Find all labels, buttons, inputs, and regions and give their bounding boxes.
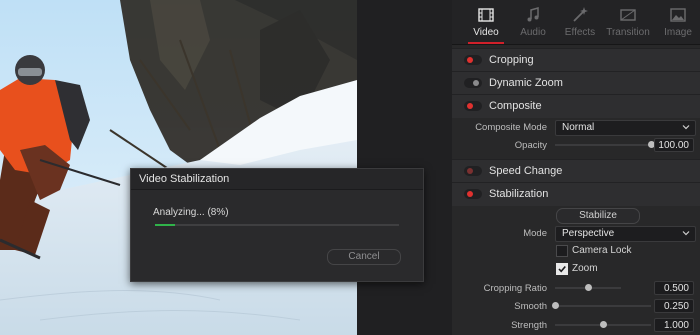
camera-lock-checkbox[interactable] — [556, 245, 568, 257]
opacity-label: Opacity — [514, 140, 547, 151]
camera-lock-label: Camera Lock — [572, 245, 632, 256]
tab-effects[interactable]: Effects — [556, 4, 604, 42]
tab-image[interactable]: Image — [654, 4, 700, 42]
smooth-value[interactable]: 0.250 — [654, 299, 694, 313]
tab-audio-label: Audio — [520, 27, 546, 38]
strength-label: Strength — [511, 320, 547, 331]
zoom-checkbox[interactable] — [556, 263, 568, 275]
opacity-value[interactable]: 100.00 — [654, 138, 694, 152]
inspector-tab-bar: Video Audio Effects Transition Image — [452, 0, 700, 45]
cropping-toggle[interactable] — [464, 55, 482, 65]
chevron-down-icon — [682, 125, 690, 130]
transition-icon — [620, 9, 636, 21]
section-dynamic-zoom[interactable]: Dynamic Zoom — [452, 71, 700, 95]
composite-toggle[interactable] — [464, 101, 482, 111]
strength-slider[interactable] — [555, 320, 651, 330]
composite-mode-label: Composite Mode — [475, 122, 547, 133]
composite-mode-value: Normal — [562, 122, 595, 133]
cropping-ratio-label: Cropping Ratio — [483, 283, 547, 294]
section-stabilization[interactable]: Stabilization — [452, 182, 700, 206]
stabilization-mode-dropdown[interactable]: Perspective — [555, 226, 696, 242]
cropping-title: Cropping — [489, 54, 534, 66]
tab-video-label: Video — [473, 27, 499, 38]
magic-wand-icon — [573, 7, 588, 22]
speed-change-toggle[interactable] — [464, 166, 482, 176]
tab-image-label: Image — [664, 27, 692, 38]
dialog-header: Video Stabilization — [131, 169, 423, 190]
section-composite[interactable]: Composite — [452, 94, 700, 118]
smooth-slider[interactable] — [552, 301, 651, 311]
cancel-button[interactable]: Cancel — [327, 249, 401, 265]
film-icon — [478, 8, 494, 22]
composite-title: Composite — [489, 100, 542, 112]
cropping-ratio-slider-knob[interactable] — [585, 284, 592, 291]
stabilization-mode-value: Perspective — [562, 228, 615, 239]
video-stabilization-dialog: Video Stabilization Analyzing... (8%) Ca… — [130, 168, 424, 282]
analysis-progress-fill — [155, 224, 175, 226]
cropping-ratio-slider[interactable] — [555, 283, 621, 293]
tab-transition-label: Transition — [606, 27, 650, 38]
stabilization-mode-label: Mode — [523, 228, 547, 239]
section-speed-change[interactable]: Speed Change — [452, 159, 700, 183]
checkmark-icon — [558, 265, 566, 273]
cropping-ratio-value[interactable]: 0.500 — [654, 281, 694, 295]
stabilization-title: Stabilization — [489, 188, 549, 200]
zoom-label: Zoom — [572, 263, 598, 274]
inspector-panel: Video Audio Effects Transition Image Cro… — [452, 0, 700, 335]
strength-value[interactable]: 1.000 — [654, 318, 694, 332]
speed-change-title: Speed Change — [489, 165, 563, 177]
music-note-icon — [527, 7, 539, 22]
dialog-title: Video Stabilization — [139, 173, 230, 185]
tab-effects-label: Effects — [564, 27, 596, 38]
dynamic-zoom-title: Dynamic Zoom — [489, 77, 563, 89]
strength-slider-knob[interactable] — [600, 321, 607, 328]
analysis-status-text: Analyzing... (8%) — [153, 207, 229, 218]
tab-audio[interactable]: Audio — [509, 4, 557, 42]
tab-transition[interactable]: Transition — [604, 4, 652, 42]
tab-video[interactable]: Video — [462, 4, 510, 44]
section-cropping[interactable]: Cropping — [452, 48, 700, 72]
analysis-progress-bar — [155, 224, 399, 226]
smooth-slider-knob[interactable] — [552, 302, 559, 309]
chevron-down-icon — [682, 231, 690, 236]
opacity-slider[interactable] — [555, 140, 655, 150]
image-icon — [670, 8, 686, 22]
composite-mode-dropdown[interactable]: Normal — [555, 120, 696, 136]
dynamic-zoom-toggle[interactable] — [464, 78, 482, 88]
stabilize-button[interactable]: Stabilize — [556, 208, 640, 224]
smooth-label: Smooth — [514, 301, 547, 312]
stabilization-toggle[interactable] — [464, 189, 482, 199]
